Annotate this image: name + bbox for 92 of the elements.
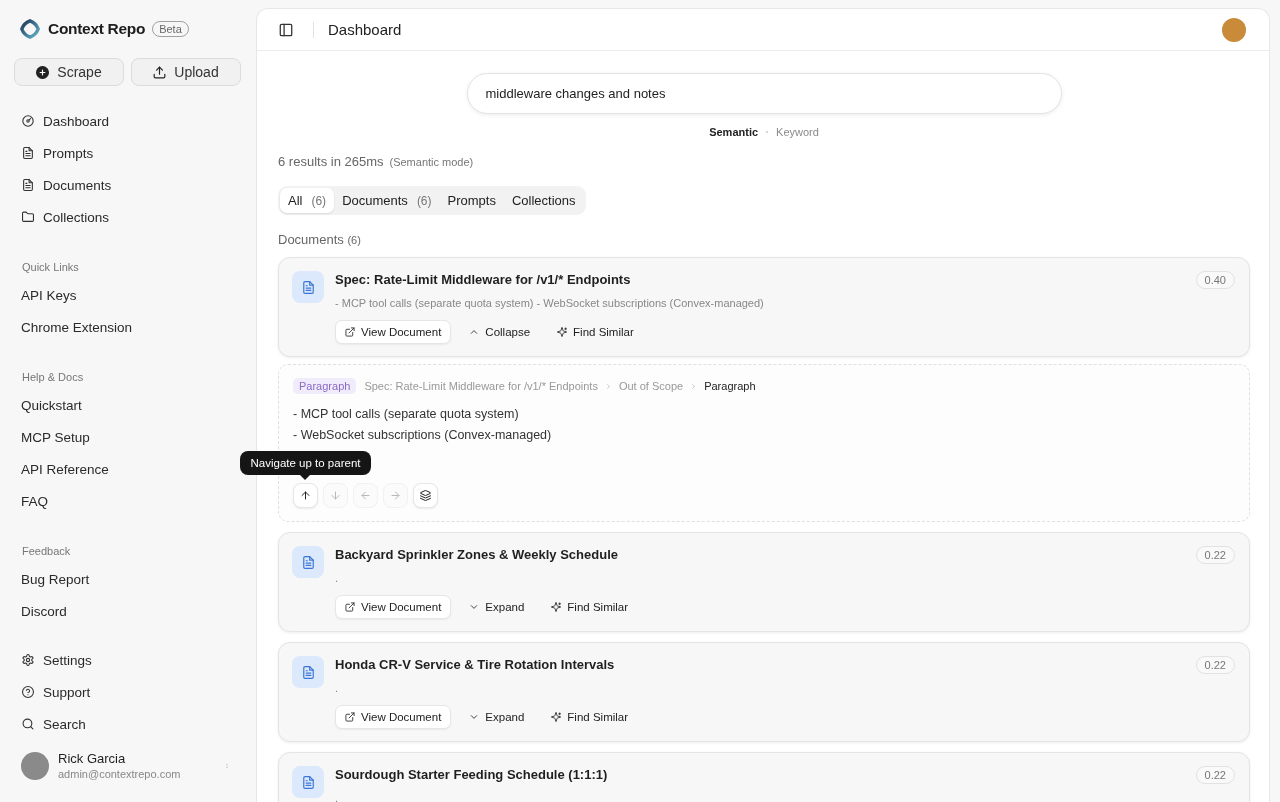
layers-button[interactable] [413,483,438,508]
page-title: Dashboard [328,21,402,38]
relevance-score: 0.22 [1195,766,1235,784]
external-link-icon [345,712,355,722]
nav-link[interactable]: API Reference [14,453,242,485]
expand-toggle-button[interactable]: Expand [460,705,534,729]
document-icon [22,147,34,159]
nav-link[interactable]: Quickstart [14,389,242,421]
plus-circle-icon [36,65,50,79]
nav-link[interactable]: Collections [14,201,242,233]
nav-link[interactable]: MCP Setup [14,421,242,453]
sidebar-toggle-icon[interactable] [279,22,293,37]
result-snippet: . [335,681,340,695]
external-link-icon [345,327,355,337]
sparkle-icon [551,712,562,722]
view-document-button[interactable]: View Document [335,595,452,619]
user-email: admin@contextrepo.com [58,767,181,781]
sparkle-icon [557,327,568,337]
user-name: Rick Garcia [58,751,127,767]
result-snippet: . [335,791,340,802]
search-mode-option[interactable]: Keyword [776,124,819,140]
document-icon [292,546,324,578]
arrow-right-icon [390,490,401,501]
document-icon [292,656,324,688]
nav-link[interactable]: Search [14,708,242,740]
find-similar-button[interactable]: Find Similar [548,320,643,344]
view-document-button[interactable]: View Document [335,320,452,344]
results-summary: 6 results in 265ms [278,154,384,169]
logo-icon [20,19,40,39]
chunk-text-line: - WebSocket subscriptions (Convex-managed) [293,427,553,444]
filter-tab[interactable]: All (6) [280,188,335,213]
result-title[interactable]: Honda CR-V Service & Tire Rotation Intervals [335,656,1185,674]
chunk-text-line: - MCP tool calls (separate quota system) [293,406,520,423]
results-heading: Documents (6) [278,232,362,248]
gauge-icon [22,115,34,127]
help-icon [22,686,34,698]
section-heading: Feedback [21,544,72,559]
sparkle-icon [551,602,562,612]
document-icon [22,179,34,191]
nav-link[interactable]: Chrome Extension [14,311,242,343]
section-heading: Help & Docs [21,370,85,385]
expand-toggle-button[interactable]: Expand [460,595,534,619]
find-similar-button[interactable]: Find Similar [542,595,638,619]
search-mode-option[interactable]: Semantic [709,124,759,140]
upload-icon [153,65,167,79]
folder-icon [22,211,34,223]
arrow-down-icon [330,490,341,501]
tooltip: Navigate up to parent [239,451,372,480]
arrow-up-icon [300,490,311,501]
result-snippet: . [335,571,340,585]
scrape-button[interactable]: Scrape [14,58,124,86]
relevance-score: 0.22 [1195,546,1235,564]
section-heading: Quick Links [21,260,80,275]
chunk-type-label: Paragraph [293,378,357,394]
filter-tab[interactable]: Documents (6) [334,188,440,213]
document-icon [292,271,324,303]
nav-link[interactable]: Documents [14,169,242,201]
nav-link[interactable]: Settings [14,644,242,676]
nav-link[interactable]: API Keys [14,279,242,311]
filter-tab[interactable]: Collections [503,188,584,213]
document-icon [292,766,324,798]
nav-link[interactable]: FAQ [14,485,242,517]
arrow-left-icon [360,490,371,501]
expand-toggle-button[interactable]: Collapse [460,320,540,344]
chevron-right-icon [604,382,612,390]
upload-button[interactable]: Upload [131,58,241,86]
nav-link[interactable]: Prompts [14,137,242,169]
view-document-button[interactable]: View Document [335,705,452,729]
search-icon [22,718,34,730]
result-snippet: - MCP tool calls (separate quota system) - WebSocket subscriptions (Convex-managed) [335,296,765,310]
result-title[interactable]: Sourdough Starter Feeding Schedule (1:1:1) [335,766,1185,784]
nav-link[interactable]: Bug Report [14,563,242,595]
chevron-right-icon [690,382,698,390]
relevance-score: 0.22 [1195,656,1235,674]
navigate-up-button[interactable] [293,483,318,508]
filter-tab[interactable]: Prompts [439,188,504,213]
layers-icon [420,490,431,501]
result-title[interactable]: Backyard Sprinkler Zones & Weekly Schedule [335,546,1185,564]
avatar-icon[interactable] [1222,17,1246,42]
nav-link[interactable]: Discord [14,595,242,627]
brand-name: Context Repo [48,20,146,38]
settings-icon [22,654,34,666]
external-link-icon [345,602,355,612]
find-similar-button[interactable]: Find Similar [542,705,638,729]
relevance-score: 0.40 [1195,271,1235,289]
avatar-icon [21,752,49,780]
nav-link[interactable]: Dashboard [14,105,242,137]
search-mode-note: (Semantic mode) [389,156,474,168]
result-title[interactable]: Spec: Rate-Limit Middleware for /v1/* Endpoints [335,271,1185,289]
breadcrumb-link[interactable]: Paragraph [704,380,756,392]
search-field[interactable]: middleware changes and notes [466,73,1062,114]
nav-link[interactable]: Support [14,676,242,708]
